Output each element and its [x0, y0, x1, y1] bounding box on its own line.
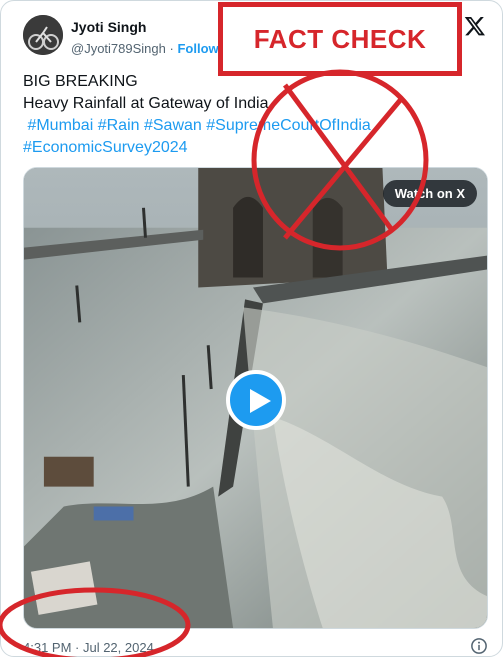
- hashtag-link[interactable]: #EconomicSurvey2024: [23, 139, 188, 156]
- timestamp-link[interactable]: 4:31 PM · Jul 22, 2024: [23, 640, 154, 655]
- hashtag-link[interactable]: #Rain: [98, 117, 140, 134]
- avatar[interactable]: [23, 15, 63, 55]
- hashtag-link[interactable]: #Mumbai: [27, 117, 93, 134]
- watch-on-x-button[interactable]: Watch on X: [382, 180, 477, 207]
- tweet-text: BIG BREAKING Heavy Rainfall at Gateway o…: [23, 71, 483, 159]
- author-handle-row: @Jyoti789Singh · Follow: [71, 41, 219, 56]
- follow-button[interactable]: Follow: [177, 41, 218, 56]
- tweet-card: Jyoti Singh @Jyoti789Singh · Follow BIG …: [0, 0, 503, 657]
- play-button[interactable]: [226, 370, 286, 430]
- hashtag-link[interactable]: #SupremeCourtOfIndia: [206, 117, 371, 134]
- fact-check-banner: FACT CHECK: [218, 2, 462, 76]
- hashtag-line: #EconomicSurvey2024: [23, 137, 483, 159]
- play-icon: [250, 389, 271, 413]
- info-icon[interactable]: [470, 637, 488, 655]
- author-handle[interactable]: @Jyoti789Singh: [71, 41, 166, 56]
- hashtag-link[interactable]: #Sawan: [144, 117, 202, 134]
- x-logo-icon[interactable]: [464, 15, 486, 37]
- video-player[interactable]: Watch on X: [23, 167, 488, 629]
- separator-dot: ·: [169, 41, 174, 56]
- hashtag-line: #Mumbai #Rain #Sawan #SupremeCourtOfIndi…: [23, 115, 483, 137]
- author-name[interactable]: Jyoti Singh: [71, 19, 146, 35]
- fact-check-label: FACT CHECK: [253, 23, 427, 54]
- tweet-body: Heavy Rainfall at Gateway of India.: [23, 95, 273, 112]
